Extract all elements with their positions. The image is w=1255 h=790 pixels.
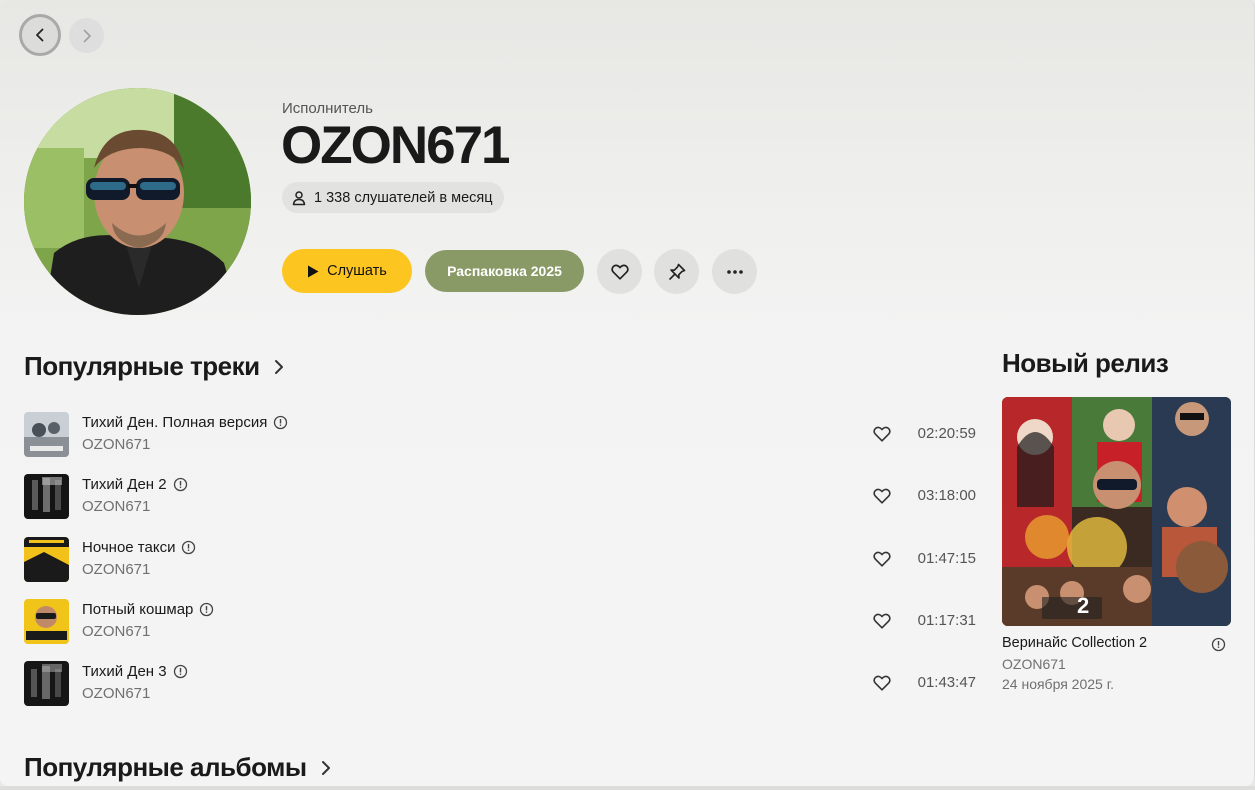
exclamation-circle-icon <box>173 665 187 679</box>
like-track-button[interactable] <box>872 486 892 506</box>
heart-icon <box>873 551 891 567</box>
track-row[interactable]: Тихий Ден 3 OZON671 01:43:47 <box>24 655 976 717</box>
new-release-cover[interactable]: 2 <box>1002 397 1231 626</box>
track-title[interactable]: Тихий Ден 3 <box>82 663 188 680</box>
like-artist-button[interactable] <box>597 249 642 294</box>
track-artist[interactable]: OZON671 <box>82 685 150 702</box>
track-cover <box>24 598 69 644</box>
track-artist[interactable]: OZON671 <box>82 623 150 640</box>
track-artist[interactable]: OZON671 <box>82 498 150 515</box>
heart-icon <box>873 613 891 629</box>
track-duration: 01:17:31 <box>917 611 976 629</box>
pin-icon <box>668 263 685 280</box>
listeners-badge: 1 338 слушателей в месяц <box>282 182 504 213</box>
artist-name: OZON671 <box>281 116 511 175</box>
like-track-button[interactable] <box>872 611 892 631</box>
play-icon <box>308 265 319 277</box>
popular-albums-label: Популярные альбомы <box>24 752 307 782</box>
track-duration: 02:20:59 <box>917 425 976 442</box>
new-release-artist[interactable]: OZON671 <box>1002 656 1066 672</box>
track-cover <box>24 661 69 707</box>
track-list: Тихий Ден. Полная версия OZON671 02:20:5… <box>24 406 976 717</box>
heart-icon <box>873 675 891 691</box>
like-track-button[interactable] <box>872 549 892 569</box>
popular-tracks-label: Популярные треки <box>24 351 260 381</box>
window-bottom-edge <box>0 786 1255 790</box>
track-row[interactable]: Ночное такси OZON671 01:47:15 <box>24 531 976 593</box>
track-cover <box>24 412 69 457</box>
exclamation-circle-icon <box>274 415 288 430</box>
track-artist[interactable]: OZON671 <box>82 561 150 578</box>
track-duration: 01:47:15 <box>917 549 976 567</box>
unpack-2025-button[interactable]: Распаковка 2025 <box>425 250 584 292</box>
track-duration: 01:43:47 <box>917 674 976 692</box>
back-button[interactable] <box>19 14 61 56</box>
forward-button[interactable] <box>69 18 104 53</box>
heart-icon <box>873 488 891 504</box>
chevron-right-icon <box>321 760 330 775</box>
heart-icon <box>610 264 629 280</box>
more-options-button[interactable] <box>712 249 757 294</box>
artist-avatar <box>24 88 251 315</box>
more-dots-icon <box>726 269 743 274</box>
track-duration: 03:18:00 <box>917 487 976 505</box>
like-track-button[interactable] <box>872 424 892 444</box>
play-button[interactable]: Слушать <box>282 249 412 293</box>
track-title[interactable]: Тихий Ден. Полная версия <box>82 414 288 431</box>
new-release-title[interactable]: Веринайс Collection 2 <box>1002 635 1147 651</box>
track-artist[interactable]: OZON671 <box>82 436 150 453</box>
play-button-label: Слушать <box>327 263 387 279</box>
track-cover <box>24 536 69 582</box>
like-track-button[interactable] <box>872 673 892 693</box>
listeners-count: 1 338 слушателей в месяц <box>314 189 493 206</box>
track-row[interactable]: Тихий Ден. Полная версия OZON671 02:20:5… <box>24 406 976 468</box>
artist-page: Исполнитель OZON671 1 338 слушателей в м… <box>0 0 1255 786</box>
new-release-heading: Новый релиз <box>1002 348 1169 378</box>
popular-tracks-heading[interactable]: Популярные треки <box>24 351 288 382</box>
person-icon <box>292 190 306 205</box>
exclamation-circle-icon <box>182 540 196 554</box>
new-release-date: 24 ноября 2025 г. <box>1002 676 1114 692</box>
chevron-right-icon <box>274 359 283 374</box>
chevron-right-icon <box>83 29 91 42</box>
svg-text:2: 2 <box>1077 593 1089 618</box>
pin-button[interactable] <box>654 249 699 294</box>
exclamation-circle-icon <box>1211 637 1226 652</box>
heart-icon <box>873 426 891 442</box>
track-row[interactable]: Потный кошмар OZON671 01:17:31 <box>24 593 976 655</box>
exclamation-circle-icon <box>200 602 214 617</box>
track-title[interactable]: Тихий Ден 2 <box>82 476 188 493</box>
chevron-left-icon <box>36 28 44 42</box>
popular-albums-heading[interactable]: Популярные альбомы <box>24 752 335 783</box>
track-title[interactable]: Ночное такси <box>82 539 196 556</box>
exclamation-circle-icon <box>173 478 187 492</box>
track-cover <box>24 474 69 520</box>
track-title[interactable]: Потный кошмар <box>82 601 214 618</box>
track-row[interactable]: Тихий Ден 2 OZON671 03:18:00 <box>24 468 976 530</box>
